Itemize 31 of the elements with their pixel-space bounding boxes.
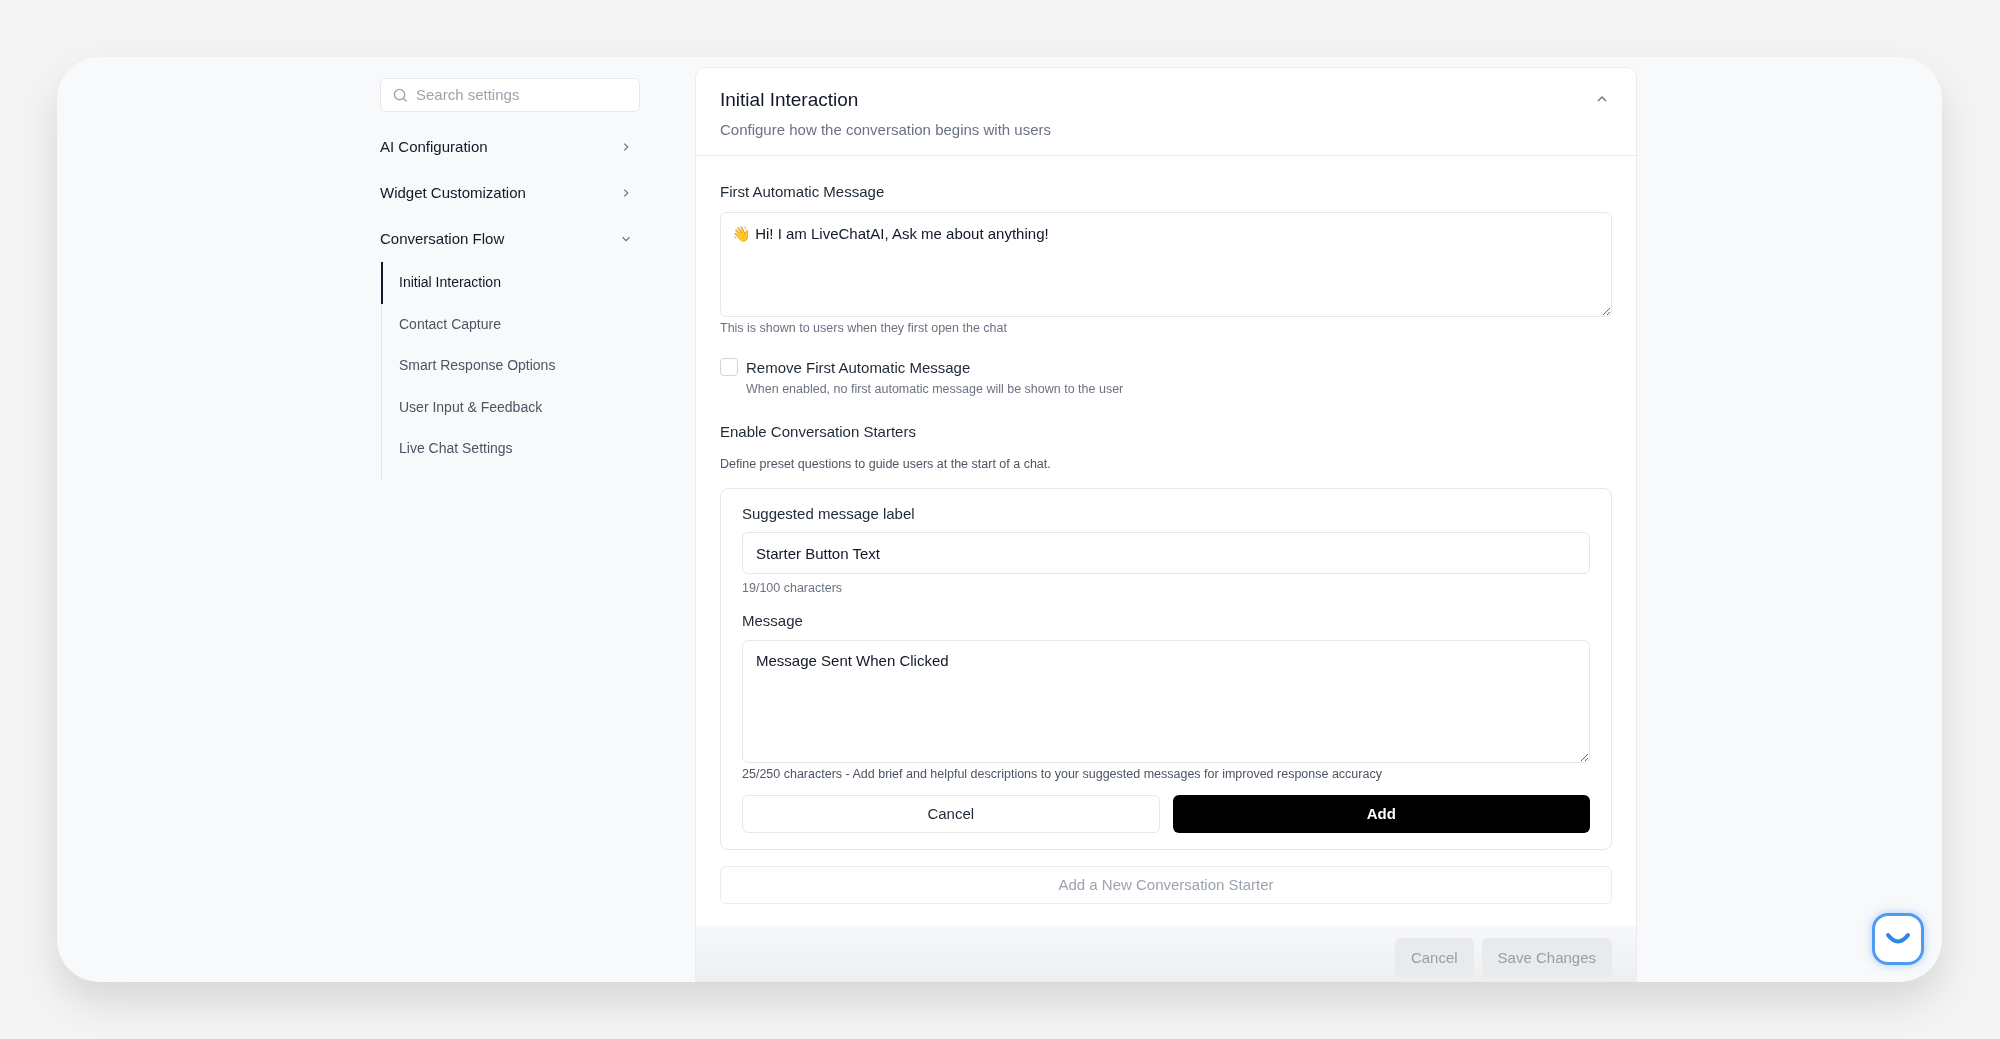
field-label: Suggested message label [742,503,916,524]
search-icon [393,87,408,103]
field-label: First Automatic Message [720,182,886,202]
search-input[interactable]: Search settings [416,83,627,107]
text-input[interactable]: Starter Button Text [742,532,1590,575]
section-title: Initial Interaction [720,88,860,112]
help-text: This is shown to users when they first open the chat [720,319,1008,337]
cancel-button[interactable]: Cancel [742,795,1160,834]
nav-subitem[interactable]: User Input & Feedback [381,386,640,428]
nav-subitem[interactable]: Contact Capture [381,303,640,345]
nav-subitem[interactable]: Live Chat Settings [381,428,640,470]
character-counter: 19/100 characters [742,580,844,598]
nav-subitem[interactable]: Smart Response Options [381,345,640,387]
message-textarea[interactable]: Message Sent When Clicked [742,639,1590,763]
section-heading: Enable Conversation Starters [720,421,917,442]
nav-subitem[interactable]: Initial Interaction [381,262,640,304]
smile-icon [1885,932,1911,946]
checkbox[interactable] [720,358,738,377]
chat-launcher-button[interactable] [1872,913,1924,965]
checkbox-description: When enabled, no first automatic message will be shown to the user [746,380,1124,398]
message-textarea[interactable]: 👋 Hi! I am LiveChatAI, Ask me about anything! [720,211,1612,317]
nav-item[interactable]: AI Configuration [380,124,640,170]
nav-item[interactable]: Conversation Flow [380,216,640,262]
nav-item[interactable]: Widget Customization [380,170,640,216]
section-subtitle: Configure how the conversation begins with users [720,119,1052,140]
search-field[interactable]: Search settings [380,78,640,112]
checkbox-label: Remove First Automatic Message [746,358,972,379]
section-description: Define preset questions to guide users at the start of a chat. [720,456,1052,473]
field-label: Message [742,611,804,631]
help-text: 25/250 characters - Add brief and helpful descriptions to your suggested messages for improved response accuracy [742,765,1383,783]
add-button[interactable]: Add [1172,795,1590,834]
